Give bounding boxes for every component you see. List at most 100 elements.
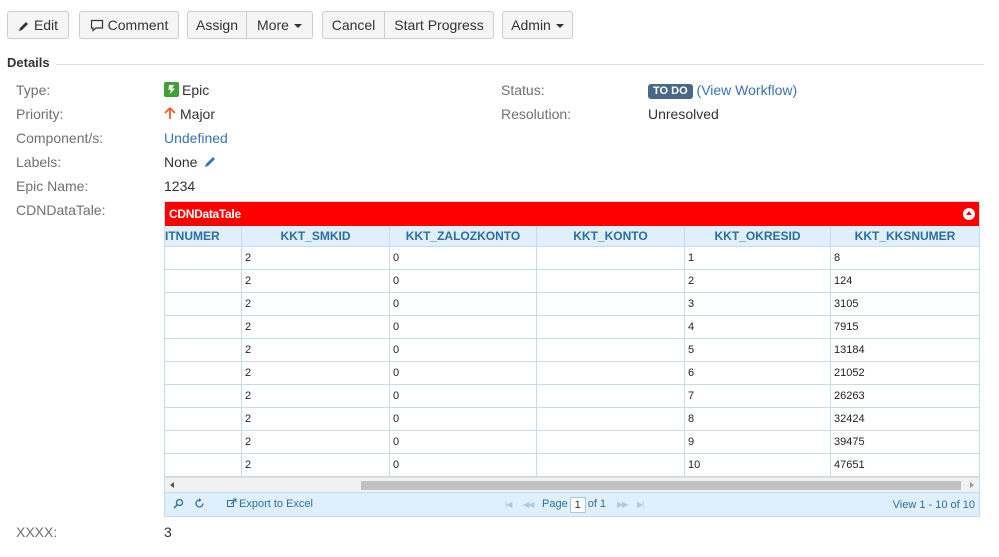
edit-label: Edit [33,17,59,33]
assign-button[interactable]: Assign [187,11,247,39]
table-cell [537,454,685,476]
column-header-kkt-kksnumer[interactable]: KKT_KKSNUMER [831,226,979,246]
details-divider [56,64,984,65]
table-cell [165,408,242,430]
grid-title: CDNDataTale [169,207,241,221]
table-cell: 3 [685,293,831,315]
column-header-kkt-smkid[interactable]: KKT_SMKID [242,226,390,246]
table-cell [537,339,685,361]
status-badge: TO DO [648,84,693,99]
prev-page-icon[interactable]: ◀◀ [523,500,534,509]
export-to-excel-button[interactable]: Export to Excel [227,498,313,510]
resolution-label: Resolution: [501,106,572,122]
view-records-text: View 1 - 10 of 10 [892,499,975,511]
grid-pager: Export to Excel |◀ ◀◀ Page 1 of 1 ▶▶ ▶| Vi… [165,492,979,516]
scrollbar-thumb[interactable] [361,481,961,490]
table-cell: 2 [242,408,390,430]
view-workflow-link[interactable]: (View Workflow) [697,82,798,98]
status-label: Status: [501,82,545,98]
admin-label: Admin [511,17,551,33]
table-cell: 5 [685,339,831,361]
table-row[interactable]: 2018 [165,247,979,270]
table-cell: 0 [390,270,537,292]
grid-title-bar: CDNDataTale [165,202,979,226]
priority-value: Major [164,106,215,122]
components-link[interactable]: Undefined [164,130,228,146]
status-value: TO DO (View Workflow) [648,82,797,99]
labels-label: Labels: [16,154,62,170]
table-row[interactable]: 2 0 4 7915 [165,316,979,339]
type-label: Type: [16,82,51,98]
more-label: More [257,17,289,33]
grid-body: 2 0 1 8 2 0 2 124 2 0 3 3105 2 0 4 7915 2 0 5 13184 2 0 6 21052… [165,247,979,477]
table-row[interactable]: 2 0 10 47651 [165,454,979,477]
page-input[interactable]: 1 [569,497,586,513]
collapse-icon[interactable] [963,208,975,220]
table-cell: 39475 [834,436,865,448]
table-cell: 0 [390,431,537,453]
page-indicator: Page 1 of 1 [542,497,606,513]
scroll-left-icon[interactable] [170,482,174,488]
xxxx-value: 3 [164,524,172,540]
table-row[interactable]: 2 0 3 3105 [165,293,979,316]
assign-label: Assign [195,17,239,33]
table-cell: 2 [242,339,390,361]
column-header-itnumer[interactable]: ITNUMER [165,226,242,246]
column-header-kkt-okresid[interactable]: KKT_OKRESID [685,226,831,246]
table-row[interactable]: 2 0 7 26263 [165,385,979,408]
caret-down-icon [293,24,302,28]
table-cell: 21052 [834,367,865,379]
table-cell [537,431,685,453]
table-cell: 0 [390,362,537,384]
table-cell [165,454,242,476]
table-cell: 0 [390,408,537,430]
table-cell: 6 [685,362,831,384]
table-cell: 3105 [834,298,859,310]
table-cell: 1 [685,247,831,269]
start-progress-button[interactable]: Start Progress [385,11,494,39]
labels-text: None [164,154,198,170]
epic-name-value: 1234 [164,178,196,194]
pencil-icon [18,22,28,31]
column-header-kkt-zalozkonto[interactable]: KKT_ZALOZKONTO [390,226,537,246]
admin-button[interactable]: Admin [502,11,573,39]
table-row[interactable]: 2 0 5 13184 [165,339,979,362]
cancel-button[interactable]: Cancel [322,11,385,39]
column-header-kkt-konto[interactable]: KKT_KONTO [537,226,685,246]
last-page-icon[interactable]: ▶| [637,500,644,509]
refresh-icon[interactable] [194,498,205,512]
caret-down-icon [555,24,564,28]
first-page-icon[interactable]: |◀ [505,500,512,509]
export-icon [227,498,237,507]
table-row[interactable]: 2 0 2 124 [165,270,979,293]
table-cell: 0 [390,454,537,476]
table-row[interactable]: 2 0 9 39475 [165,431,979,454]
table-cell: 7 [685,385,831,407]
more-button[interactable]: More [247,11,313,39]
epic-icon [164,82,179,97]
table-cell [165,293,242,315]
xxxx-label: XXXX: [16,524,58,540]
components-label: Component/s: [16,130,104,146]
edit-button[interactable]: Edit [7,11,69,39]
table-cell [165,385,242,407]
scroll-right-icon[interactable] [970,482,974,488]
table-cell [537,270,685,292]
comment-icon [90,19,103,32]
table-cell: 2 [242,431,390,453]
comment-button[interactable]: Comment [79,11,179,39]
table-cell [537,385,685,407]
cancel-label: Cancel [331,17,376,33]
table-cell: 2 [242,247,390,269]
priority-text: Major [180,106,216,122]
horizontal-scrollbar[interactable] [165,477,979,492]
table-row[interactable]: 2 0 8 32424 [165,408,979,431]
search-icon[interactable] [173,498,184,512]
pencil-icon[interactable] [204,155,217,168]
table-cell [537,293,685,315]
next-page-icon[interactable]: ▶▶ [617,500,628,509]
page-of-label: of 1 [587,498,607,510]
table-cell: 2 [242,454,390,476]
table-row[interactable]: 2 0 6 21052 [165,362,979,385]
table-cell: 0 [390,339,537,361]
